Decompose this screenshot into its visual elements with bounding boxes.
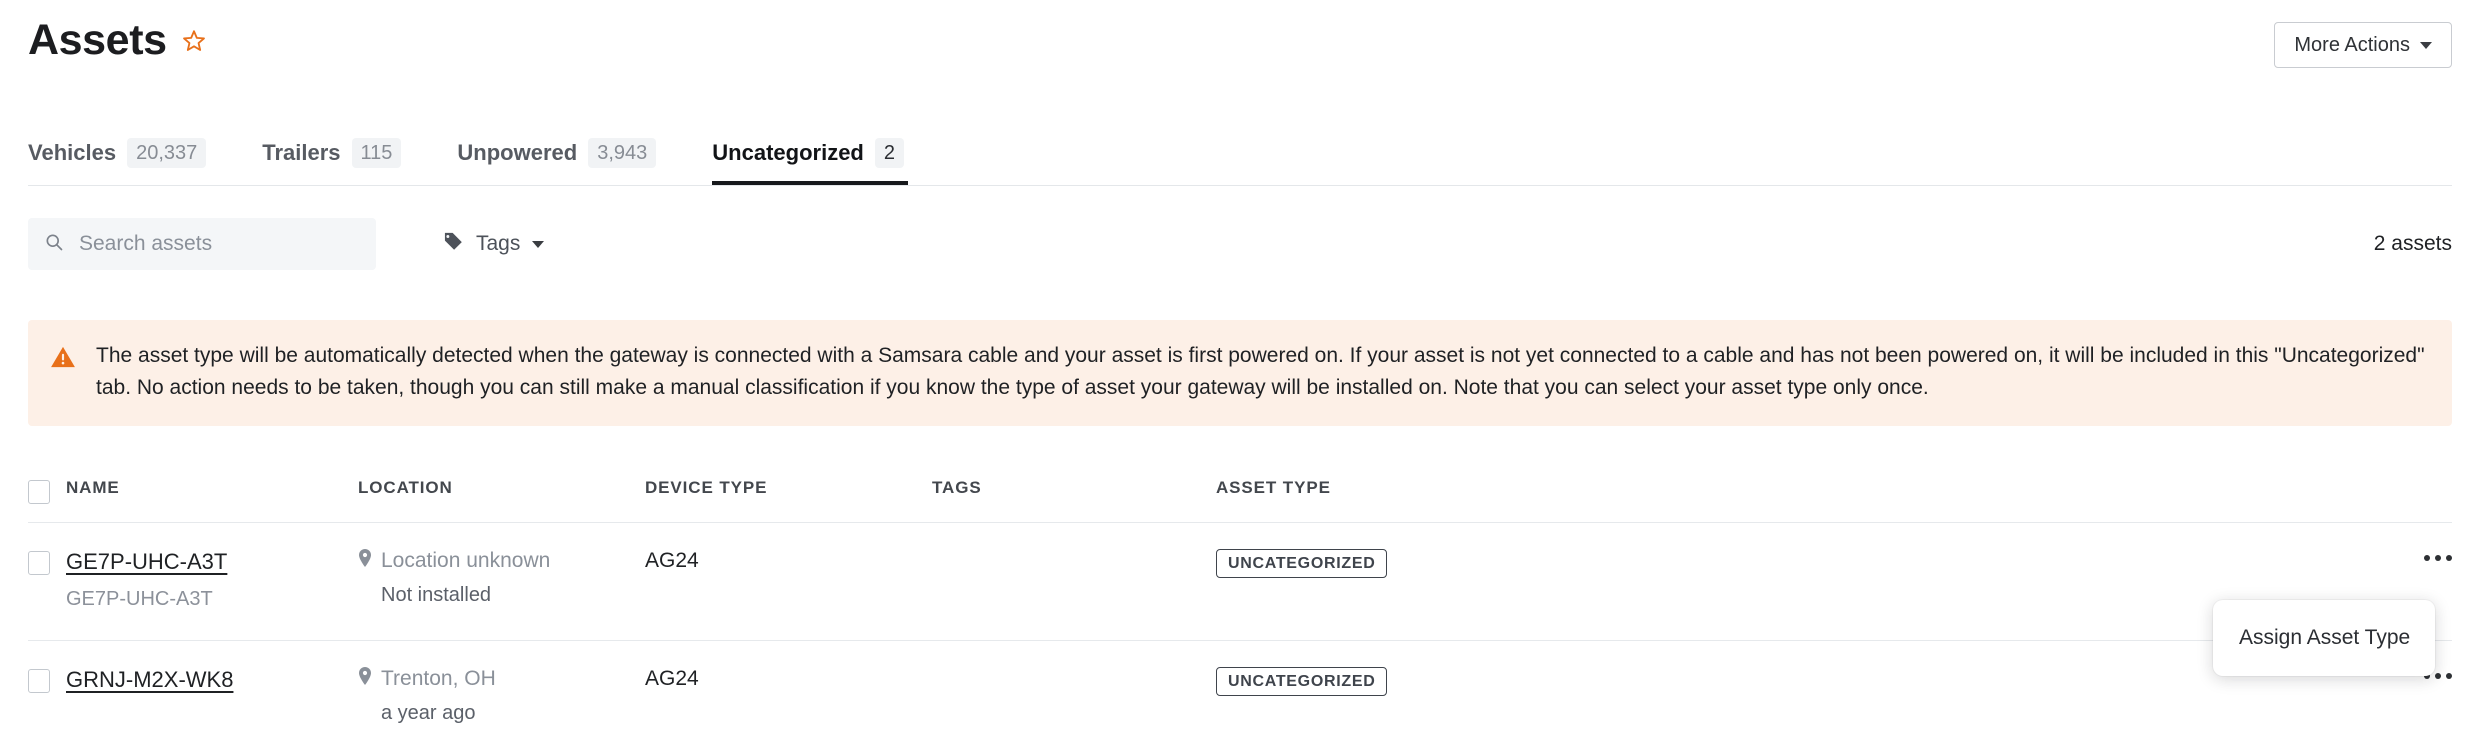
menu-item-assign-asset-type[interactable]: Assign Asset Type bbox=[2213, 618, 2435, 658]
device-type-value: AG24 bbox=[645, 549, 699, 572]
cell-name: GE7P-UHC-A3T GE7P-UHC-A3T bbox=[66, 549, 358, 611]
cell-asset-type: UNCATEGORIZED bbox=[1216, 667, 2382, 696]
status-badge: UNCATEGORIZED bbox=[1216, 667, 1388, 696]
row-checkbox[interactable] bbox=[28, 551, 50, 575]
tag-icon bbox=[442, 230, 464, 258]
tab-count-badge: 20,337 bbox=[127, 138, 207, 168]
title-group: Assets bbox=[28, 14, 207, 66]
chevron-down-icon bbox=[532, 240, 545, 248]
tab-unpowered[interactable]: Unpowered 3,943 bbox=[457, 138, 686, 186]
tab-count-badge: 115 bbox=[351, 138, 402, 168]
row-checkbox[interactable] bbox=[28, 669, 50, 693]
row-overflow-menu-icon[interactable] bbox=[2424, 549, 2452, 561]
device-type-value: AG24 bbox=[645, 667, 699, 690]
column-header-name[interactable]: NAME bbox=[66, 478, 358, 498]
row-actions-dropdown: Assign Asset Type bbox=[2213, 600, 2435, 676]
page-header: Assets More Actions bbox=[0, 0, 2482, 110]
cell-location: Location unknown Not installed bbox=[358, 549, 645, 607]
more-actions-label: More Actions bbox=[2294, 33, 2410, 56]
location-value: Location unknown bbox=[358, 549, 645, 573]
banner-text: The asset type will be automatically det… bbox=[96, 344, 2425, 399]
cell-device-type: AG24 bbox=[645, 549, 932, 573]
location-text: Location unknown bbox=[381, 549, 551, 572]
tab-trailers[interactable]: Trailers 115 bbox=[262, 138, 431, 186]
tab-count-badge: 2 bbox=[874, 138, 904, 168]
search-input[interactable] bbox=[77, 231, 360, 257]
star-icon[interactable] bbox=[181, 28, 207, 59]
cell-row-actions bbox=[2382, 549, 2452, 561]
tab-label: Unpowered bbox=[457, 140, 578, 165]
tab-label: Trailers bbox=[262, 140, 341, 165]
cell-name: GRNJ-M2X-WK8 bbox=[66, 667, 358, 693]
search-box[interactable] bbox=[28, 218, 376, 270]
tab-label: Vehicles bbox=[28, 140, 117, 165]
tab-bar: Vehicles 20,337 Trailers 115 Unpowered 3… bbox=[28, 120, 960, 186]
tags-filter-button[interactable]: Tags bbox=[442, 230, 545, 258]
location-text: Trenton, OH bbox=[381, 667, 496, 690]
location-subtitle: a year ago bbox=[381, 702, 476, 724]
tags-filter-label: Tags bbox=[476, 232, 521, 255]
tab-vehicles[interactable]: Vehicles 20,337 bbox=[28, 138, 236, 186]
asset-name-subtitle: GE7P-UHC-A3T bbox=[66, 588, 213, 610]
tab-uncategorized[interactable]: Uncategorized 2 bbox=[712, 138, 934, 186]
map-pin-icon bbox=[358, 549, 372, 573]
warning-triangle-icon bbox=[50, 344, 76, 404]
map-pin-icon bbox=[358, 667, 372, 691]
cell-device-type: AG24 bbox=[645, 667, 932, 691]
search-icon bbox=[44, 232, 64, 257]
column-header-tags[interactable]: TAGS bbox=[932, 478, 1216, 498]
column-header-asset-type[interactable]: ASSET TYPE bbox=[1216, 478, 2382, 498]
select-all-cell bbox=[28, 478, 66, 504]
more-actions-button[interactable]: More Actions bbox=[2274, 22, 2452, 68]
filter-bar: Tags 2 assets bbox=[28, 216, 2452, 272]
asset-name-link[interactable]: GE7P-UHC-A3T bbox=[66, 549, 227, 575]
table-header-row: NAME LOCATION DEVICE TYPE TAGS ASSET TYP… bbox=[28, 470, 2452, 523]
page-title: Assets bbox=[28, 16, 167, 64]
row-select-cell bbox=[28, 549, 66, 575]
select-all-checkbox[interactable] bbox=[28, 480, 50, 504]
table-row: GE7P-UHC-A3T GE7P-UHC-A3T Location unkno… bbox=[28, 523, 2452, 641]
location-subtitle: Not installed bbox=[381, 584, 492, 606]
tab-count-badge: 3,943 bbox=[588, 138, 657, 168]
assets-page: Assets More Actions Vehicles 20,337 Trai… bbox=[0, 0, 2482, 751]
tab-label: Uncategorized bbox=[712, 140, 864, 165]
cell-location: Trenton, OH a year ago bbox=[358, 667, 645, 725]
row-select-cell bbox=[28, 667, 66, 693]
info-banner: The asset type will be automatically det… bbox=[28, 320, 2452, 426]
assets-table: NAME LOCATION DEVICE TYPE TAGS ASSET TYP… bbox=[28, 470, 2452, 751]
column-header-location[interactable]: LOCATION bbox=[358, 478, 645, 498]
tabs-divider bbox=[28, 185, 2452, 186]
status-badge: UNCATEGORIZED bbox=[1216, 549, 1388, 578]
cell-asset-type: UNCATEGORIZED bbox=[1216, 549, 2382, 578]
asset-name-link[interactable]: GRNJ-M2X-WK8 bbox=[66, 667, 233, 693]
chevron-down-icon bbox=[2420, 41, 2432, 49]
assets-count: 2 assets bbox=[2373, 232, 2452, 255]
table-row: GRNJ-M2X-WK8 Trenton, OH a year ago AG24 bbox=[28, 641, 2452, 751]
location-value: Trenton, OH bbox=[358, 667, 645, 691]
column-header-device-type[interactable]: DEVICE TYPE bbox=[645, 478, 932, 498]
